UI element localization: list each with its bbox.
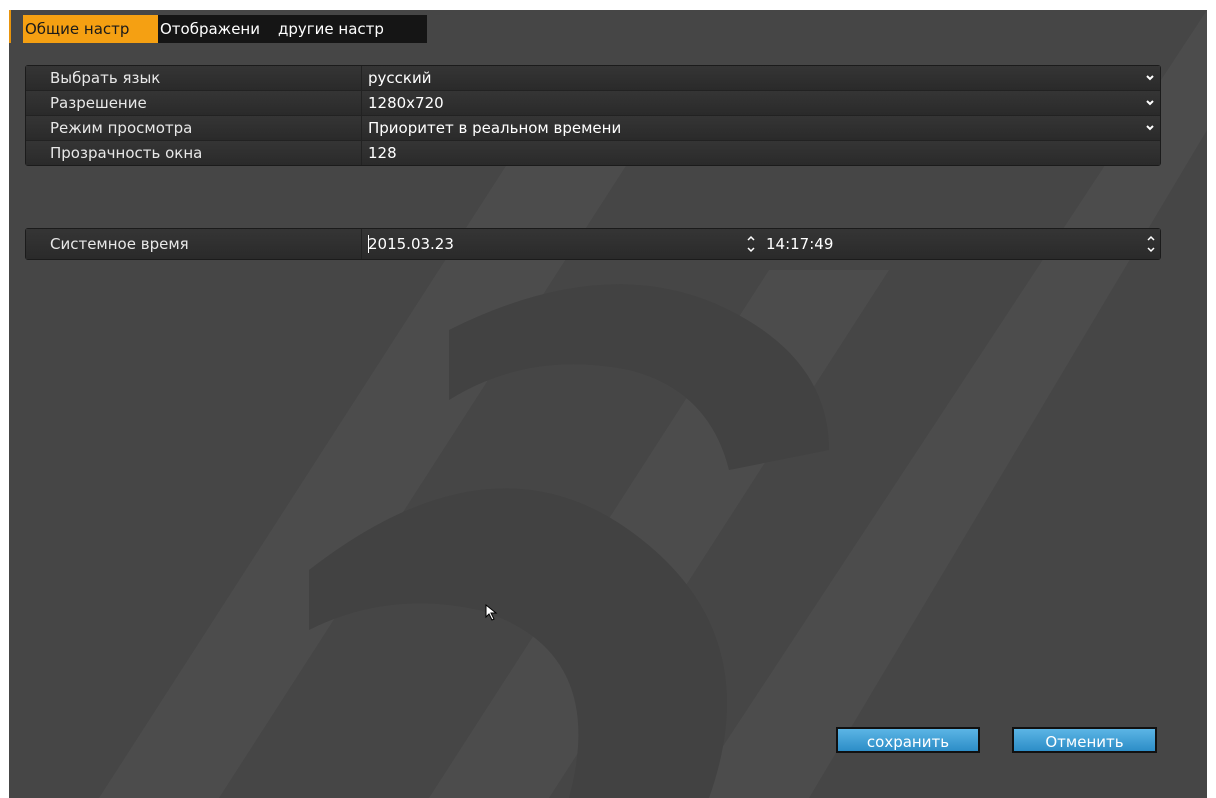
resolution-value: 1280x720 (368, 94, 444, 112)
accent-marker (9, 10, 11, 43)
chevron-down-icon[interactable] (1144, 97, 1156, 109)
resolution-row: Разрешение 1280x720 (26, 91, 1160, 116)
date-value: 2015.03.23 (368, 235, 454, 253)
chevron-down-icon[interactable] (1144, 122, 1156, 134)
system-time-editor: 2015.03.23 14:17:49 (362, 229, 1160, 259)
transparency-input[interactable]: 128 (362, 141, 1160, 165)
tab-other[interactable]: другие настр (276, 15, 427, 43)
resolution-select[interactable]: 1280x720 (362, 91, 1160, 115)
view-mode-label: Режим просмотра (26, 116, 362, 140)
text-caret (368, 235, 369, 253)
time-field[interactable]: 14:17:49 (766, 229, 1166, 259)
language-select[interactable]: русский (362, 66, 1160, 90)
general-settings-table: Выбрать язык русский Разрешение 1280x720… (25, 65, 1161, 166)
tab-general[interactable]: Общие настр (23, 15, 158, 43)
transparency-label: Прозрачность окна (26, 141, 362, 165)
language-row: Выбрать язык русский (26, 66, 1160, 91)
time-spinner-icon[interactable] (1146, 233, 1156, 255)
resolution-label: Разрешение (26, 91, 362, 115)
save-button[interactable]: сохранить (836, 727, 980, 753)
chevron-down-icon[interactable] (1144, 72, 1156, 84)
view-mode-value: Приоритет в реальном времени (368, 119, 622, 137)
cancel-button[interactable]: Отменить (1012, 727, 1157, 753)
mouse-pointer-icon (485, 603, 498, 621)
tab-display[interactable]: Отображени (158, 15, 276, 43)
view-mode-select[interactable]: Приоритет в реальном времени (362, 116, 1160, 140)
system-time-table: Системное время 2015.03.23 14:17:49 (25, 228, 1161, 260)
date-spinner-icon[interactable] (746, 233, 756, 255)
system-time-label: Системное время (26, 229, 362, 259)
date-field[interactable]: 2015.03.23 (368, 229, 748, 259)
language-value: русский (368, 69, 432, 87)
transparency-value: 128 (368, 144, 397, 162)
tab-bar: Общие настр Отображени другие настр (23, 15, 427, 43)
language-label: Выбрать язык (26, 66, 362, 90)
view-mode-row: Режим просмотра Приоритет в реальном вре… (26, 116, 1160, 141)
transparency-row: Прозрачность окна 128 (26, 141, 1160, 165)
system-time-row: Системное время 2015.03.23 14:17:49 (26, 229, 1160, 259)
time-value: 14:17:49 (766, 235, 834, 253)
